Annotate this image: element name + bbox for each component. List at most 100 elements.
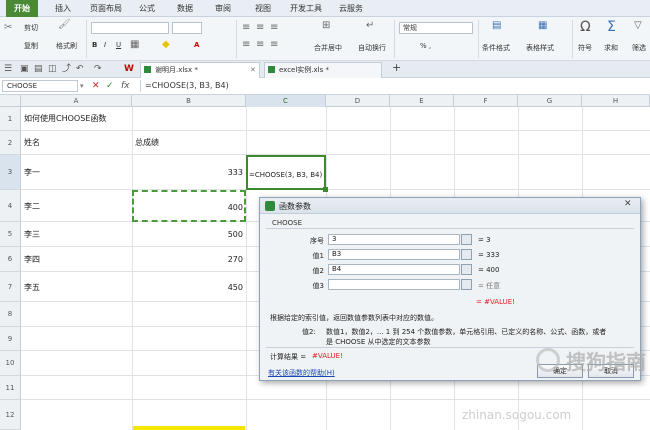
- cell-a4[interactable]: 李二: [24, 202, 40, 212]
- menu-developer[interactable]: 开发工具: [286, 0, 326, 17]
- preview-icon[interactable]: ◫: [48, 64, 57, 74]
- copy-button[interactable]: 复制: [24, 41, 38, 51]
- export-icon[interactable]: ⤴: [62, 64, 71, 74]
- close-icon[interactable]: ✕: [250, 65, 256, 75]
- cut-button[interactable]: 剪切: [24, 23, 38, 33]
- cell-a5[interactable]: 李三: [24, 230, 40, 240]
- collapse-dialog-icon[interactable]: [461, 264, 472, 275]
- format-painter-button[interactable]: 格式刷: [56, 41, 77, 51]
- align-left-icon[interactable]: ≡: [242, 40, 250, 50]
- menu-home[interactable]: 开始: [6, 0, 38, 17]
- table-style-button[interactable]: 表格样式: [526, 43, 554, 53]
- sum-button[interactable]: 求和: [604, 43, 618, 53]
- chevron-down-icon[interactable]: ▾: [80, 81, 84, 91]
- column-header[interactable]: A: [21, 95, 132, 107]
- align-top-icon[interactable]: ≡: [242, 23, 250, 33]
- column-header[interactable]: B: [132, 95, 246, 107]
- row-header[interactable]: 4: [0, 190, 21, 222]
- filter-icon[interactable]: ▽: [634, 21, 642, 31]
- cell-a2[interactable]: 姓名: [24, 138, 40, 148]
- paste-icon[interactable]: ✂: [4, 23, 12, 33]
- table-style-icon[interactable]: ▦: [538, 21, 547, 31]
- omega-icon[interactable]: Ω: [580, 20, 591, 34]
- align-right-icon[interactable]: ≡: [270, 40, 278, 50]
- menu-formulas[interactable]: 公式: [134, 0, 160, 17]
- menu-icon[interactable]: ☰: [4, 64, 12, 74]
- align-middle-icon[interactable]: ≡: [256, 23, 264, 33]
- undo-icon[interactable]: ↶: [76, 64, 84, 74]
- font-size-select[interactable]: [172, 22, 202, 34]
- row-header[interactable]: 11: [0, 376, 21, 400]
- tab-excel-example[interactable]: excel实例.xls *: [264, 62, 382, 78]
- select-all-corner[interactable]: [0, 95, 21, 107]
- cell-b2[interactable]: 总成绩: [135, 138, 159, 148]
- row-header[interactable]: 8: [0, 302, 21, 327]
- align-center-icon[interactable]: ≡: [256, 40, 264, 50]
- menu-cloud[interactable]: 云服务: [334, 0, 368, 17]
- row-header[interactable]: 10: [0, 351, 21, 376]
- wrap-icon[interactable]: ↵: [366, 21, 374, 31]
- cell-b5[interactable]: 500: [132, 230, 243, 240]
- menu-view[interactable]: 视图: [250, 0, 276, 17]
- row-header[interactable]: 6: [0, 247, 21, 272]
- print-icon[interactable]: ▤: [34, 64, 43, 74]
- column-header[interactable]: C: [246, 95, 326, 107]
- arg-input-value3[interactable]: [328, 279, 460, 290]
- align-bottom-icon[interactable]: ≡: [270, 23, 278, 33]
- row-header[interactable]: 1: [0, 107, 21, 131]
- menu-data[interactable]: 数据: [172, 0, 198, 17]
- new-tab-button[interactable]: +: [392, 62, 401, 73]
- symbol-button[interactable]: 符号: [578, 43, 592, 53]
- sigma-icon[interactable]: Σ: [607, 20, 616, 34]
- number-format-select[interactable]: 常规: [399, 22, 473, 34]
- percent-button[interactable]: % ,: [420, 42, 431, 50]
- column-header[interactable]: G: [518, 95, 582, 107]
- cell-a3[interactable]: 李一: [24, 168, 40, 178]
- collapse-dialog-icon[interactable]: [461, 279, 472, 290]
- cell-b6[interactable]: 270: [132, 255, 243, 265]
- collapse-dialog-icon[interactable]: [461, 234, 472, 245]
- dialog-title-bar[interactable]: 函数参数 ✕: [260, 198, 640, 214]
- arg-input-index[interactable]: 3: [328, 234, 460, 245]
- column-header[interactable]: D: [326, 95, 390, 107]
- italic-button[interactable]: I: [104, 41, 106, 49]
- menu-review[interactable]: 审阅: [210, 0, 236, 17]
- cell-a1[interactable]: 如何使用CHOOSE函数: [24, 114, 106, 124]
- font-color-button[interactable]: A: [194, 41, 199, 49]
- arg-input-value1[interactable]: B3: [328, 249, 460, 260]
- close-icon[interactable]: ✕: [624, 199, 632, 209]
- redo-icon[interactable]: ↷: [94, 64, 102, 74]
- save-icon[interactable]: ▣: [20, 64, 29, 74]
- confirm-icon[interactable]: ✓: [106, 81, 114, 91]
- row-header[interactable]: 9: [0, 327, 21, 351]
- tab-xieming[interactable]: 谢明月.xlsx *: [140, 62, 260, 78]
- name-box[interactable]: CHOOSE: [2, 80, 78, 92]
- column-header[interactable]: F: [454, 95, 518, 107]
- row-header[interactable]: 5: [0, 222, 21, 247]
- menu-insert[interactable]: 插入: [48, 0, 78, 17]
- brush-icon[interactable]: 🖌: [58, 20, 71, 30]
- cell-a6[interactable]: 李四: [24, 255, 40, 265]
- cancel-icon[interactable]: ✕: [92, 81, 100, 91]
- cond-format-button[interactable]: 条件格式: [482, 43, 510, 53]
- underline-button[interactable]: U: [116, 41, 121, 49]
- column-header[interactable]: H: [582, 95, 650, 107]
- row-header[interactable]: 3: [0, 155, 21, 190]
- arg-input-value2[interactable]: B4: [328, 264, 460, 275]
- bold-button[interactable]: B: [92, 41, 97, 49]
- wrap-text-button[interactable]: 自动换行: [358, 43, 386, 53]
- fill-handle[interactable]: [323, 187, 328, 192]
- border-icon[interactable]: ▦: [130, 40, 139, 50]
- fx-icon[interactable]: fx: [121, 81, 130, 91]
- cell-a7[interactable]: 李五: [24, 283, 40, 293]
- referenced-cell-b4[interactable]: 400: [132, 190, 246, 222]
- active-cell-c3[interactable]: =CHOOSE(3, B3, B4): [246, 155, 326, 190]
- fill-color-icon[interactable]: ◆: [162, 40, 170, 50]
- filter-button[interactable]: 筛选: [632, 43, 646, 53]
- font-name-select[interactable]: [91, 22, 169, 34]
- highlighted-cell-b12[interactable]: [133, 426, 245, 430]
- cell-b7[interactable]: 450: [132, 283, 243, 293]
- merge-icon[interactable]: ⊞: [322, 21, 330, 31]
- row-header[interactable]: 7: [0, 272, 21, 302]
- collapse-dialog-icon[interactable]: [461, 249, 472, 260]
